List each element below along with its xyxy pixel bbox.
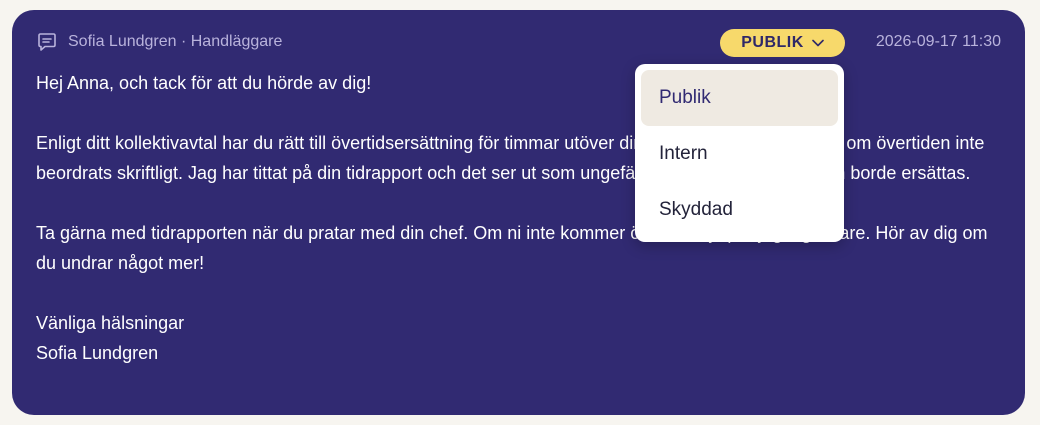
chevron-down-icon — [811, 39, 824, 47]
dropdown-option-intern[interactable]: Intern — [641, 126, 838, 182]
message-closing: Vänliga hälsningar — [36, 313, 185, 333]
message-body: Hej Anna, och tack för att du hörde av d… — [36, 68, 1006, 368]
message-card: Sofia Lundgren · Handläggare PUBLIK 2026… — [12, 10, 1025, 415]
message-header: Sofia Lundgren · Handläggare — [36, 31, 282, 53]
author-label: Sofia Lundgren · Handläggare — [68, 33, 283, 50]
message-timestamp: 2026-09-17 11:30 — [875, 33, 1001, 50]
visibility-badge[interactable]: PUBLIK — [720, 29, 845, 57]
dropdown-option-publik[interactable]: Publik — [641, 70, 838, 126]
message-signature: Sofia Lundgren — [36, 343, 159, 363]
message-paragraph: Ta gärna med tidrapporten när du pratar … — [36, 223, 988, 273]
message-greeting: Hej Anna, och tack för att du hörde av d… — [36, 73, 372, 93]
visibility-dropdown: Publik Intern Skyddad — [635, 64, 844, 242]
message-paragraph: Enligt ditt kollektivavtal har du rätt t… — [36, 133, 985, 183]
dropdown-option-skyddad[interactable]: Skyddad — [641, 182, 838, 238]
visibility-badge-label: PUBLIK — [741, 34, 804, 51]
chat-bubble-icon — [36, 31, 58, 53]
